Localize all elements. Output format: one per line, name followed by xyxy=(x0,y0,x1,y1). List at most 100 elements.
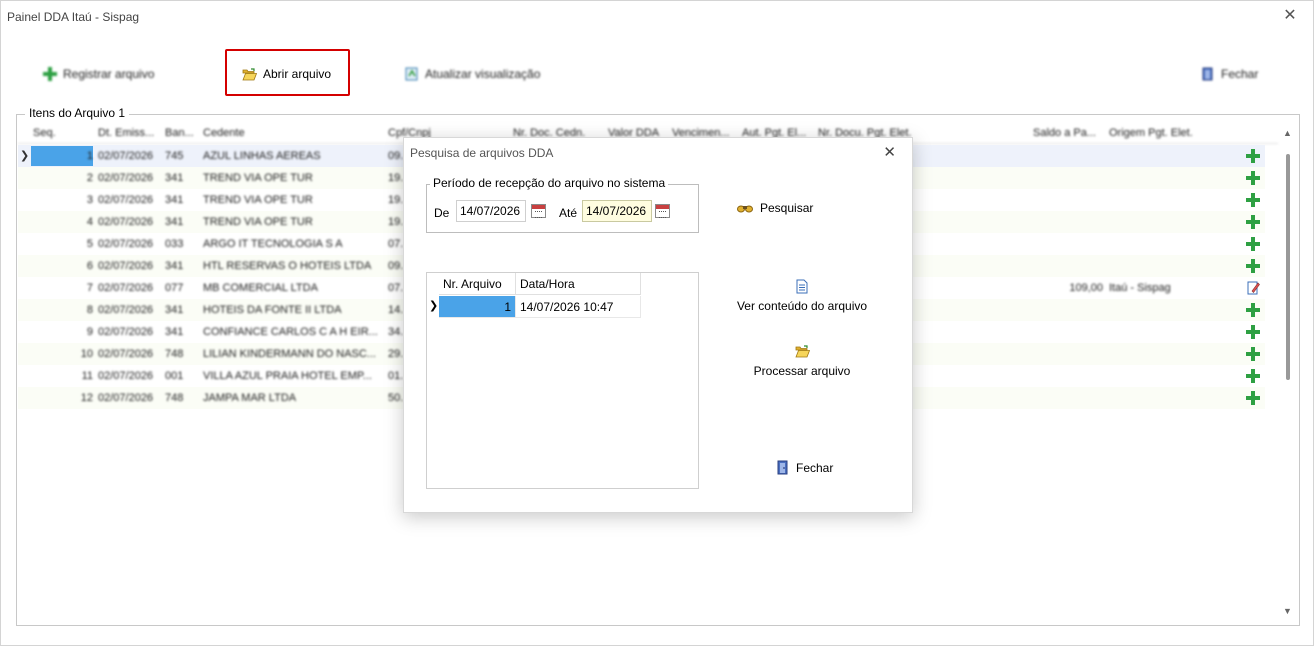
open-file-button[interactable]: Abrir arquivo xyxy=(242,59,331,89)
cell-seq[interactable]: 10 xyxy=(33,348,93,360)
cell-cedente[interactable]: JAMPA MAR LTDA xyxy=(203,392,383,404)
cell-cedente[interactable]: VILLA AZUL PRAIA HOTEL EMP... xyxy=(203,370,383,382)
dialog-close-button[interactable]: ✕ xyxy=(883,143,896,161)
add-icon[interactable] xyxy=(1246,325,1260,339)
add-icon[interactable] xyxy=(1246,391,1260,405)
add-icon[interactable] xyxy=(1246,171,1260,185)
col-cedente[interactable]: Cedente xyxy=(203,127,383,139)
cell-bank[interactable]: 341 xyxy=(165,260,199,272)
cell-date[interactable]: 02/07/2026 xyxy=(98,150,160,162)
add-icon[interactable] xyxy=(1246,259,1260,273)
process-file-button[interactable]: Processar arquivo xyxy=(736,345,868,378)
cell-seq[interactable]: 1 xyxy=(33,150,93,162)
files-cell-nr[interactable]: 1 xyxy=(439,296,516,318)
cell-bank[interactable]: 001 xyxy=(165,370,199,382)
cell-cedente[interactable]: HTL RESERVAS O HOTEIS LTDA xyxy=(203,260,383,272)
col-seq[interactable]: Seq. xyxy=(33,127,73,139)
cell-date[interactable]: 02/07/2026 xyxy=(98,238,160,250)
cell-date[interactable]: 02/07/2026 xyxy=(98,282,160,294)
cell-cedente[interactable]: AZUL LINHAS AEREAS xyxy=(203,150,383,162)
open-folder-icon xyxy=(242,67,257,80)
dialog-close-action-label: Fechar xyxy=(796,460,834,475)
cell-seq[interactable]: 4 xyxy=(33,216,93,228)
binoculars-icon xyxy=(737,205,753,213)
cell-origem[interactable]: Itaú - Sispag xyxy=(1109,282,1229,294)
add-icon[interactable] xyxy=(1246,237,1260,251)
files-col-datetime[interactable]: Data/Hora xyxy=(516,273,641,295)
col-saldo[interactable]: Saldo a Pa... xyxy=(1033,127,1103,139)
col-banco[interactable]: Ban... xyxy=(165,127,199,139)
cell-date[interactable]: 02/07/2026 xyxy=(98,348,160,360)
add-icon[interactable] xyxy=(1246,215,1260,229)
register-file-label: Registrar arquivo xyxy=(63,67,155,81)
cell-bank[interactable]: 745 xyxy=(165,150,199,162)
search-button[interactable]: Pesquisar xyxy=(737,201,813,215)
cell-seq[interactable]: 3 xyxy=(33,194,93,206)
cell-seq[interactable]: 12 xyxy=(33,392,93,404)
cell-date[interactable]: 02/07/2026 xyxy=(98,392,160,404)
cell-bank[interactable]: 341 xyxy=(165,216,199,228)
cell-bank[interactable]: 341 xyxy=(165,172,199,184)
cell-date[interactable]: 02/07/2026 xyxy=(98,304,160,316)
cell-cedente[interactable]: ARGO IT TECNOLOGIA S A xyxy=(203,238,383,250)
add-icon[interactable] xyxy=(1246,303,1260,317)
window-close-button[interactable]: ✕ xyxy=(1281,7,1299,25)
cell-bank[interactable]: 341 xyxy=(165,194,199,206)
col-origem[interactable]: Origem Pgt. Elet. xyxy=(1109,127,1229,139)
close-window-button[interactable]: Fechar xyxy=(1201,59,1258,89)
col-dt-emiss[interactable]: Dt. Emiss... xyxy=(98,127,160,139)
period-group-title: Período de recepção do arquivo no sistem… xyxy=(430,176,669,190)
refresh-icon xyxy=(405,67,418,81)
scrollbar-thumb[interactable] xyxy=(1286,154,1290,380)
main-window: Painel DDA Itaú - Sispag ✕ Registrar arq… xyxy=(0,0,1314,646)
cell-saldo[interactable]: 109,00 xyxy=(1033,282,1103,294)
cell-seq[interactable]: 2 xyxy=(33,172,93,184)
cell-bank[interactable]: 748 xyxy=(165,348,199,360)
scroll-down-icon[interactable]: ▼ xyxy=(1283,606,1292,616)
cell-seq[interactable]: 9 xyxy=(33,326,93,338)
scroll-up-icon[interactable]: ▲ xyxy=(1283,128,1292,138)
add-icon[interactable] xyxy=(1246,347,1260,361)
cell-cedente[interactable]: CONFIANCE CARLOS C A H EIR... xyxy=(203,326,383,338)
cell-date[interactable]: 02/07/2026 xyxy=(98,260,160,272)
view-file-content-button[interactable]: Ver conteúdo do arquivo xyxy=(736,279,868,313)
cell-seq[interactable]: 7 xyxy=(33,282,93,294)
cell-bank[interactable]: 077 xyxy=(165,282,199,294)
cell-seq[interactable]: 11 xyxy=(33,370,93,382)
cell-cedente[interactable]: HOTEIS DA FONTE II LTDA xyxy=(203,304,383,316)
cell-date[interactable]: 02/07/2026 xyxy=(98,172,160,184)
from-date-input[interactable] xyxy=(456,200,526,222)
cell-bank[interactable]: 748 xyxy=(165,392,199,404)
to-date-input[interactable] xyxy=(582,200,652,222)
grid-vertical-scrollbar[interactable]: ▲ ▼ xyxy=(1280,122,1296,622)
cell-cedente[interactable]: TREND VIA OPE TUR xyxy=(203,216,383,228)
files-grid[interactable]: Nr. Arquivo Data/Hora ❯ 1 14/07/2026 10:… xyxy=(426,272,699,489)
add-icon[interactable] xyxy=(1246,149,1260,163)
cell-date[interactable]: 02/07/2026 xyxy=(98,216,160,228)
files-cell-datetime[interactable]: 14/07/2026 10:47 xyxy=(516,296,641,318)
calendar-icon[interactable] xyxy=(655,204,670,218)
refresh-view-button[interactable]: Atualizar visualização xyxy=(405,59,540,89)
cell-seq[interactable]: 8 xyxy=(33,304,93,316)
files-col-nr[interactable]: Nr. Arquivo xyxy=(439,273,516,295)
refresh-view-label: Atualizar visualização xyxy=(425,67,541,81)
register-file-button[interactable]: Registrar arquivo xyxy=(43,59,154,89)
cell-seq[interactable]: 6 xyxy=(33,260,93,272)
cell-cedente[interactable]: MB COMERCIAL LTDA xyxy=(203,282,383,294)
dialog-close-action-button[interactable]: Fechar xyxy=(776,460,833,475)
edit-icon[interactable] xyxy=(1247,280,1260,295)
cell-date[interactable]: 02/07/2026 xyxy=(98,370,160,382)
cell-cedente[interactable]: TREND VIA OPE TUR xyxy=(203,172,383,184)
add-icon[interactable] xyxy=(1246,369,1260,383)
document-icon xyxy=(796,279,808,294)
cell-cedente[interactable]: LILIAN KINDERMANN DO NASC... xyxy=(203,348,383,360)
cell-date[interactable]: 02/07/2026 xyxy=(98,194,160,206)
cell-date[interactable]: 02/07/2026 xyxy=(98,326,160,338)
cell-bank[interactable]: 033 xyxy=(165,238,199,250)
cell-bank[interactable]: 341 xyxy=(165,326,199,338)
add-icon[interactable] xyxy=(1246,193,1260,207)
cell-bank[interactable]: 341 xyxy=(165,304,199,316)
cell-seq[interactable]: 5 xyxy=(33,238,93,250)
cell-cedente[interactable]: TREND VIA OPE TUR xyxy=(203,194,383,206)
calendar-icon[interactable] xyxy=(531,204,546,218)
